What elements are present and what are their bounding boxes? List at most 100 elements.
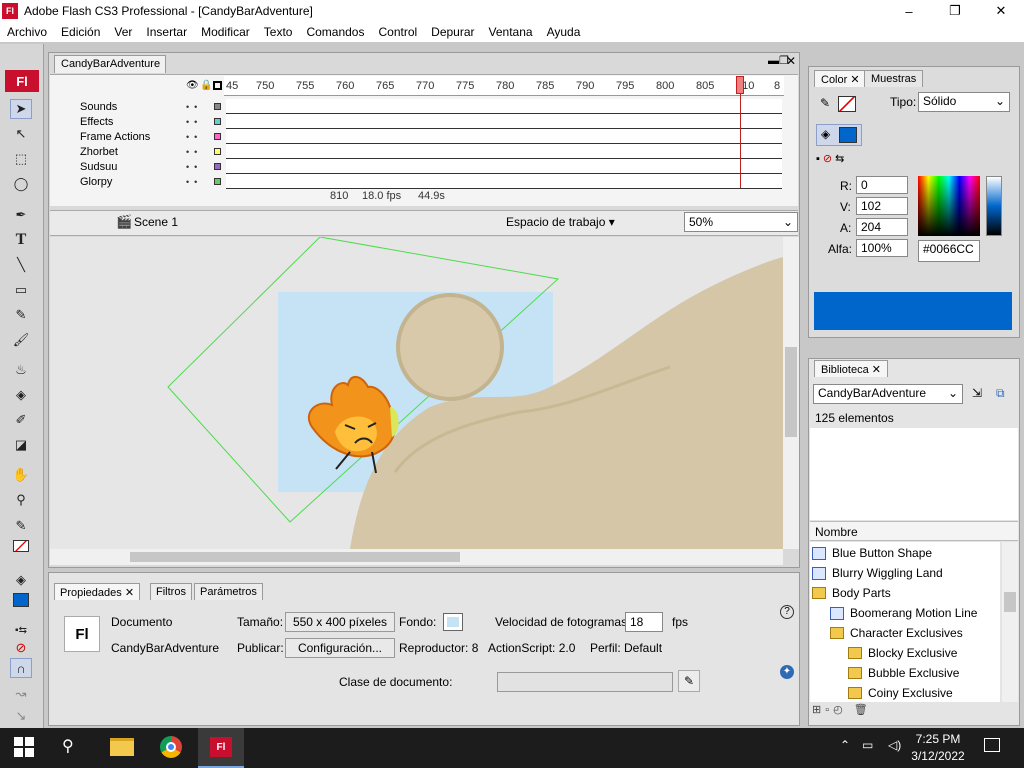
menu-control[interactable]: Control: [371, 25, 424, 39]
lasso-tool-icon[interactable]: ◯: [10, 174, 32, 194]
line-tool-icon[interactable]: ╲: [10, 255, 32, 275]
close-button[interactable]: ✕: [978, 0, 1024, 22]
list-item[interactable]: Blocky Exclusive: [848, 643, 957, 663]
list-item[interactable]: Blue Button Shape: [812, 543, 932, 563]
lock-icon[interactable]: 🔒: [200, 80, 212, 91]
subselection-tool-icon[interactable]: ↖: [10, 124, 32, 144]
green-input[interactable]: 102: [856, 197, 908, 215]
help-icon[interactable]: ?: [780, 605, 794, 619]
tab-filters[interactable]: Filtros: [150, 583, 192, 600]
layer-row[interactable]: Effects • •: [56, 114, 224, 129]
list-item[interactable]: Character Exclusives: [830, 623, 963, 643]
menu-edicion[interactable]: Edición: [54, 25, 107, 39]
list-item[interactable]: Bubble Exclusive: [848, 663, 959, 683]
stroke-pencil-icon[interactable]: ✎: [820, 96, 830, 110]
stage-area[interactable]: [50, 237, 783, 549]
frame-track[interactable]: [226, 144, 782, 159]
list-item[interactable]: Boomerang Motion Line: [830, 603, 977, 623]
restore-button[interactable]: ❐: [932, 0, 978, 22]
layer-row[interactable]: Zhorbet • •: [56, 144, 224, 159]
clock-time[interactable]: 7:25 PM: [912, 732, 964, 746]
list-item[interactable]: Body Parts: [812, 583, 891, 603]
doc-class-input[interactable]: [497, 672, 673, 692]
fps-input[interactable]: 18: [625, 612, 663, 632]
network-icon[interactable]: ▭: [862, 738, 873, 752]
stroke-color-icon[interactable]: ✎: [10, 516, 32, 536]
layer-row[interactable]: Sudsuu • •: [56, 159, 224, 174]
alpha-input[interactable]: 100%: [856, 239, 908, 257]
notifications-icon[interactable]: [984, 738, 1000, 752]
snap-magnet-icon[interactable]: ∩: [10, 658, 32, 678]
stage-vertical-scrollbar[interactable]: [783, 237, 799, 549]
tab-color[interactable]: Color ✕: [814, 70, 867, 87]
layer-row[interactable]: Sounds • •: [56, 99, 224, 114]
tab-swatches[interactable]: Muestras: [864, 70, 924, 87]
tab-properties[interactable]: Propiedades ✕: [54, 583, 141, 600]
red-input[interactable]: 0: [856, 176, 908, 194]
hex-input[interactable]: #0066CC: [918, 240, 980, 262]
outline-icon[interactable]: [213, 81, 222, 90]
frame-track[interactable]: [226, 114, 782, 129]
library-column-header[interactable]: Nombre: [810, 521, 1018, 541]
chrome-icon[interactable]: [160, 736, 182, 758]
volume-icon[interactable]: ◁): [888, 738, 901, 752]
fill-color-icon[interactable]: ◈: [10, 570, 32, 590]
new-library-panel-icon[interactable]: ⧉: [996, 386, 1005, 401]
flash-taskbar-button[interactable]: Fl: [198, 728, 244, 768]
list-item[interactable]: Blurry Wiggling Land: [812, 563, 943, 583]
edit-class-pencil-icon[interactable]: ✎: [678, 670, 700, 692]
publish-settings-button[interactable]: Configuración...: [285, 638, 395, 658]
paint-bucket-tool-icon[interactable]: ◈: [10, 385, 32, 405]
frame-track[interactable]: [226, 174, 782, 189]
workspace-dropdown[interactable]: Espacio de trabajo ▾: [506, 215, 615, 229]
stroke-color-swatch[interactable]: [838, 96, 856, 112]
playhead[interactable]: [736, 76, 744, 94]
zoom-tool-icon[interactable]: ⚲: [10, 490, 32, 510]
library-footer-buttons[interactable]: ⊞▫◴ 🗑: [812, 703, 872, 716]
fill-swatch[interactable]: [10, 590, 32, 610]
doc-close-icon[interactable]: ✕: [786, 54, 796, 68]
minimize-button[interactable]: –: [886, 0, 932, 22]
frame-ruler[interactable]: 45 750 755 760 765 770 775 780 785 790 7…: [224, 76, 784, 96]
background-color-swatch[interactable]: [443, 613, 463, 631]
frame-track[interactable]: [226, 159, 782, 174]
brightness-slider[interactable]: [986, 176, 1002, 236]
search-icon[interactable]: ⚲: [62, 736, 74, 756]
menu-ver[interactable]: Ver: [107, 25, 139, 39]
layer-row[interactable]: Frame Actions • •: [56, 129, 224, 144]
selection-tool-icon[interactable]: ➤: [10, 99, 32, 119]
menu-archivo[interactable]: Archivo: [0, 25, 54, 39]
ink-bottle-tool-icon[interactable]: ♨: [10, 360, 32, 380]
menu-modificar[interactable]: Modificar: [194, 25, 257, 39]
smooth-icon[interactable]: ↝: [10, 684, 32, 704]
rectangle-tool-icon[interactable]: ▭: [10, 280, 32, 300]
pin-library-icon[interactable]: ⇲: [972, 386, 982, 400]
frame-track[interactable]: [226, 99, 782, 114]
eraser-tool-icon[interactable]: ◪: [10, 435, 32, 455]
accessibility-icon[interactable]: ✦: [780, 665, 794, 679]
color-mode-icons[interactable]: ▪⊘⇆: [816, 152, 847, 165]
fill-type-select[interactable]: Sólido ⌄: [918, 92, 1010, 112]
list-item[interactable]: Coiny Exclusive: [848, 683, 953, 703]
pencil-tool-icon[interactable]: ✎: [10, 305, 32, 325]
menu-insertar[interactable]: Insertar: [139, 25, 194, 39]
pen-tool-icon[interactable]: ✒: [10, 205, 32, 225]
free-transform-tool-icon[interactable]: ⬚: [10, 149, 32, 169]
straighten-icon[interactable]: ↘: [10, 706, 32, 726]
menu-ayuda[interactable]: Ayuda: [540, 25, 588, 39]
menu-comandos[interactable]: Comandos: [299, 25, 371, 39]
eyedropper-tool-icon[interactable]: ✐: [10, 410, 32, 430]
eye-icon[interactable]: 👁: [186, 80, 199, 91]
tab-parameters[interactable]: Parámetros: [194, 583, 263, 600]
scene-name[interactable]: Scene 1: [134, 215, 178, 229]
menu-texto[interactable]: Texto: [257, 25, 300, 39]
hand-tool-icon[interactable]: ✋: [10, 465, 32, 485]
document-tab[interactable]: CandyBarAdventure: [54, 55, 166, 73]
text-tool-icon[interactable]: T: [10, 230, 32, 250]
blue-input[interactable]: 204: [856, 218, 908, 236]
frame-track[interactable]: [226, 129, 782, 144]
library-document-select[interactable]: CandyBarAdventure ⌄: [813, 384, 963, 404]
file-explorer-icon[interactable]: [110, 738, 134, 756]
fill-selector[interactable]: ◈: [816, 124, 862, 146]
stage-horizontal-scrollbar[interactable]: [50, 549, 783, 565]
